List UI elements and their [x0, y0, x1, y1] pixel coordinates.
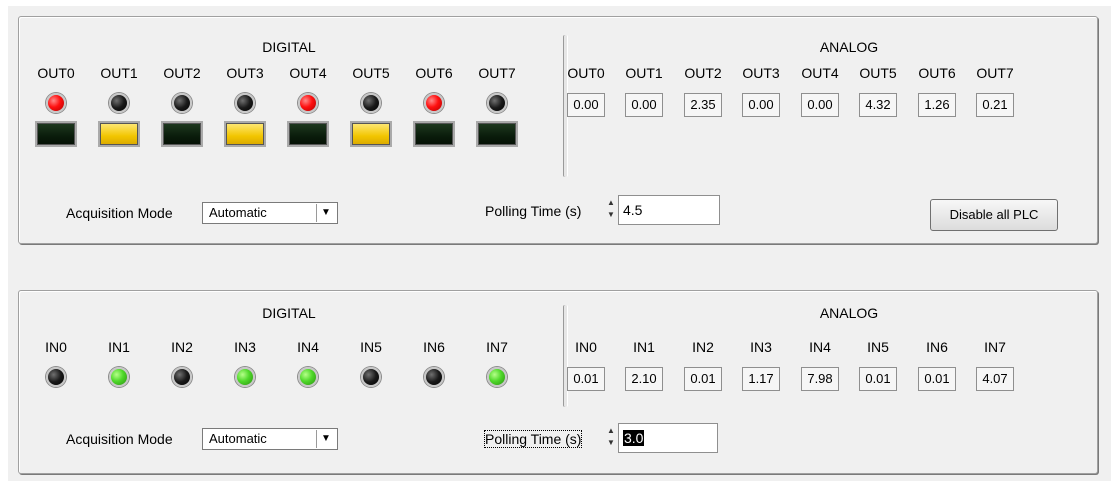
- polling-time-input[interactable]: 3.0: [618, 423, 718, 453]
- status-led: [235, 367, 255, 387]
- status-led: [235, 93, 255, 113]
- toggle-switch[interactable]: [224, 121, 266, 147]
- outputs-digital-title: DIGITAL: [262, 39, 316, 55]
- toggle-switch[interactable]: [161, 121, 203, 147]
- digital-channel-label: OUT2: [163, 65, 201, 81]
- analog-channel-label: OUT0: [567, 65, 605, 81]
- analog-value-field: 0.00: [567, 93, 605, 117]
- digital-channel-label: OUT4: [289, 65, 327, 81]
- digital-channel-label: OUT6: [415, 65, 453, 81]
- spin-up-down-icon[interactable]: ▲ ▼: [605, 197, 617, 223]
- toggle-switch[interactable]: [350, 121, 392, 147]
- outputs-panel: DIGITAL ANALOG OUT0 OUT1 OUT2 OUT3 OUT4 OUT5 O…: [18, 16, 1098, 244]
- digital-channel-label: IN5: [360, 339, 382, 355]
- analog-channel-label: IN4: [809, 339, 831, 355]
- polling-time-value: 3.0: [623, 430, 645, 446]
- status-led: [424, 93, 444, 113]
- analog-value-field: 0.21: [976, 93, 1014, 117]
- analog-value-field: 2.35: [684, 93, 722, 117]
- analog-value-field: 0.01: [918, 367, 956, 391]
- analog-value-field: 0.01: [859, 367, 897, 391]
- toggle-switch[interactable]: [287, 121, 329, 147]
- digital-channel-label: OUT5: [352, 65, 390, 81]
- analog-channel-label: OUT1: [625, 65, 663, 81]
- analog-channel-label: IN5: [867, 339, 889, 355]
- digital-channel-label: IN0: [45, 339, 67, 355]
- analog-value-field: 2.10: [625, 367, 663, 391]
- status-led: [109, 367, 129, 387]
- analog-channel-label: OUT6: [918, 65, 956, 81]
- digital-channel-label: IN1: [108, 339, 130, 355]
- inputs-analog-title: ANALOG: [819, 305, 879, 321]
- analog-value-field: 0.01: [567, 367, 605, 391]
- disable-all-plc-button[interactable]: Disable all PLC: [930, 199, 1058, 231]
- analog-value-field: 0.00: [801, 93, 839, 117]
- analog-value-field: 4.07: [976, 367, 1014, 391]
- spin-up-down-icon[interactable]: ▲ ▼: [605, 425, 617, 451]
- inputs-digital-title: DIGITAL: [262, 305, 316, 321]
- status-led: [487, 93, 507, 113]
- digital-channel-label: IN4: [297, 339, 319, 355]
- polling-time-value: 4.5: [623, 202, 643, 218]
- analog-value-field: 0.01: [684, 367, 722, 391]
- toggle-switch[interactable]: [98, 121, 140, 147]
- analog-value-field: 0.00: [625, 93, 663, 117]
- status-led: [172, 93, 192, 113]
- inputs-panel: DIGITAL ANALOG IN0 IN1 IN2 IN3 IN4 IN5 IN6 IN7 …: [18, 290, 1098, 474]
- toggle-switch[interactable]: [413, 121, 455, 147]
- status-led: [298, 367, 318, 387]
- polling-time-input[interactable]: 4.5: [618, 195, 720, 225]
- analog-value-field: 0.00: [742, 93, 780, 117]
- analog-channel-label: IN3: [750, 339, 772, 355]
- outputs-analog-title: ANALOG: [819, 39, 879, 55]
- status-led: [109, 93, 129, 113]
- status-led: [361, 93, 381, 113]
- analog-channel-label: OUT5: [859, 65, 897, 81]
- analog-channel-label: IN7: [984, 339, 1006, 355]
- status-led: [487, 367, 507, 387]
- analog-value-field: 4.32: [859, 93, 897, 117]
- acquisition-mode-label: Acquisition Mode: [66, 431, 173, 447]
- status-led: [361, 367, 381, 387]
- analog-channel-label: OUT4: [801, 65, 839, 81]
- analog-channel-label: IN2: [692, 339, 714, 355]
- digital-channel-label: OUT7: [478, 65, 516, 81]
- digital-channel-label: IN2: [171, 339, 193, 355]
- analog-channel-label: IN6: [926, 339, 948, 355]
- triangle-down-icon[interactable]: ▼: [316, 204, 335, 222]
- analog-channel-label: OUT2: [684, 65, 722, 81]
- acquisition-mode-value: Automatic: [209, 205, 267, 220]
- analog-value-field: 1.17: [742, 367, 780, 391]
- triangle-down-icon[interactable]: ▼: [316, 430, 335, 448]
- status-led: [46, 93, 66, 113]
- section-divider: [563, 305, 568, 407]
- acquisition-mode-label: Acquisition Mode: [66, 205, 173, 221]
- digital-channel-label: IN6: [423, 339, 445, 355]
- digital-channel-label: OUT3: [226, 65, 264, 81]
- status-led: [172, 367, 192, 387]
- analog-value-field: 7.98: [801, 367, 839, 391]
- analog-value-field: 1.26: [918, 93, 956, 117]
- digital-channel-label: OUT0: [37, 65, 75, 81]
- status-led: [46, 367, 66, 387]
- analog-channel-label: OUT7: [976, 65, 1014, 81]
- acquisition-mode-select[interactable]: Automatic ▼: [202, 202, 338, 224]
- status-led: [298, 93, 318, 113]
- toggle-switch[interactable]: [35, 121, 77, 147]
- acquisition-mode-select[interactable]: Automatic ▼: [202, 428, 338, 450]
- digital-channel-label: IN3: [234, 339, 256, 355]
- analog-channel-label: IN1: [633, 339, 655, 355]
- digital-channel-label: OUT1: [100, 65, 138, 81]
- status-led: [424, 367, 444, 387]
- polling-time-label: Polling Time (s): [485, 203, 582, 219]
- toggle-switch[interactable]: [476, 121, 518, 147]
- polling-time-label: Polling Time (s): [483, 430, 583, 448]
- analog-channel-label: OUT3: [742, 65, 780, 81]
- acquisition-mode-value: Automatic: [209, 431, 267, 446]
- digital-channel-label: IN7: [486, 339, 508, 355]
- analog-channel-label: IN0: [575, 339, 597, 355]
